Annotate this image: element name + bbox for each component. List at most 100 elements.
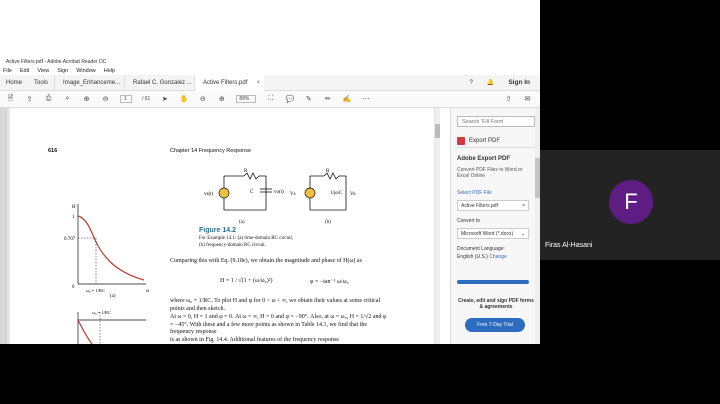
plot-0707-label: 0.707 [64, 237, 76, 242]
label-Vs: Vs [290, 192, 296, 197]
tools-search-input[interactable]: Search 'Fill Form' [457, 116, 535, 127]
acrobat-window: Active Filters.pdf - Adobe Acrobat Reade… [0, 0, 540, 344]
email-icon[interactable]: ✉ [523, 95, 532, 103]
fig-a-label: (a) [239, 220, 245, 225]
paragraph-body: where ω₀ = 1/RC. To plot H and φ for 0 <… [170, 298, 390, 344]
tools-pane: Search 'Fill Form' Export PDF Adobe Expo… [450, 108, 540, 344]
paragraph: is as shown in Fig. 14.4. Additional fea… [170, 336, 339, 343]
free-trial-button[interactable]: Free 7-Day Trial [465, 318, 525, 332]
print-icon[interactable]: ⎙ [44, 95, 53, 103]
doc-tab-label: Active Filters.pdf [203, 79, 248, 86]
menu-help[interactable]: Help [104, 68, 115, 74]
change-language-link[interactable]: Change [489, 254, 507, 260]
doc-language-label: Document Language: [457, 246, 505, 252]
menu-window[interactable]: Window [76, 68, 96, 74]
doc-tab-label: Rafael C. Gonzalez ... [133, 79, 192, 86]
magnitude-plot: H 1 0.707 0 ω₀ = 1/RC ω [64, 204, 150, 294]
doc-tab-active[interactable]: Active Filters.pdf × [194, 74, 265, 91]
plot-H-label: H [72, 205, 76, 210]
doc-tab[interactable]: Image_Enhanceme... [54, 74, 124, 91]
comment-icon[interactable]: 💬 [285, 95, 294, 103]
create-description: Create, edit and sign PDF forms & agreem… [458, 298, 534, 310]
convert-to-select[interactable]: Microsoft Word (*.docx) ⌄ [457, 228, 529, 239]
doc-tab[interactable]: Rafael C. Gonzalez ... [124, 74, 194, 91]
caption-line: (b) frequency-domain RC circuit. [199, 242, 266, 248]
figure-caption: For Example 14.1: (a) time-domain RC cir… [199, 236, 399, 249]
document-scrollbar[interactable] [435, 108, 440, 344]
zoom-out-icon[interactable]: ⊖ [198, 95, 207, 103]
export-pdf-icon [457, 136, 465, 145]
window-title: Active Filters.pdf - Adobe Acrobat Reade… [6, 59, 107, 65]
select-file-label[interactable]: Select PDF File [457, 190, 492, 196]
document-area: 616 Chapter 14 Frequency Response R C vs… [0, 108, 440, 344]
fit-page-icon[interactable]: ⛶ [266, 95, 275, 103]
next-page-icon[interactable]: ⊖ [101, 95, 110, 103]
convert-description: Convert PDF Files to Word or Excel Onlin… [457, 167, 523, 179]
phase-w0-label: ω₀ = 1/RC [92, 310, 111, 315]
hand-icon[interactable]: ✋ [179, 95, 188, 103]
select-cursor-icon[interactable]: ➤ [160, 95, 169, 103]
zoom-select[interactable]: 89% [236, 95, 257, 103]
doc-tab-label: Image_Enhanceme... [63, 79, 121, 86]
menu-edit[interactable]: Edit [20, 68, 29, 74]
label-R2: R [326, 169, 330, 174]
bell-icon[interactable]: 🔔 [487, 79, 494, 86]
tab-tools[interactable]: Tools [28, 80, 54, 86]
navigation-pane-strip[interactable] [0, 108, 7, 344]
upload-icon[interactable]: ⇪ [25, 95, 34, 103]
plot-w-label: ω [146, 289, 150, 294]
draw-icon[interactable]: ✏ [323, 95, 332, 103]
remove-file-icon[interactable]: × [522, 201, 525, 211]
toolbar: 🗎 ⇪ ⎙ ⌕ ⊕ ⊖ 1 / 61 ➤ ✋ ⊖ ⊕ 89% ⛶ 💬 ✎ ✏ ✍… [0, 91, 540, 108]
phase-plot: ω₀ = 1/RC [77, 310, 146, 344]
equation-H: H = 1 / √(1 + (ω/ω₀)²) [220, 278, 273, 284]
participant-name: Firas Al-Hasani [545, 242, 593, 249]
plot-fig-label: (a) [110, 294, 116, 299]
export-pdf-label: Export PDF [469, 137, 501, 144]
chapter-header: Chapter 14 Frequency Response [170, 148, 252, 154]
more-tools-icon[interactable]: ⋯ [361, 95, 370, 103]
figure-title: Figure 14.2 [199, 227, 236, 234]
plot-w0-label: ω₀ = 1/RC [86, 288, 105, 293]
help-icon[interactable]: ? [470, 80, 473, 86]
save-icon[interactable]: 🗎 [6, 94, 15, 105]
zoom-in-icon[interactable]: ⊕ [217, 95, 226, 103]
convert-value: Microsoft Word (*.docx) [461, 231, 514, 237]
page-number: 616 [48, 148, 58, 154]
language: English (U.S.) [457, 254, 488, 260]
equation-phi: φ = −tan⁻¹ ω/ω₀ [310, 279, 349, 285]
share-icon[interactable]: ⇧ [504, 95, 513, 103]
plot-0-label: 0 [72, 285, 75, 290]
circuit-b: R 1/jωC Vs Vo [290, 169, 356, 211]
label-C: C [250, 190, 254, 195]
paragraph: At ω = 0, H = 1 and φ = 0. At ω = ∞, H =… [170, 314, 387, 335]
page-number-input[interactable]: 1 [120, 95, 132, 103]
paragraph: where ω₀ = 1/RC. To plot H and φ for 0 <… [170, 298, 381, 312]
label-vs: vs(t) [204, 192, 214, 197]
highlight-icon[interactable]: ✎ [304, 95, 313, 103]
chevron-down-icon: ⌄ [520, 231, 525, 237]
label-vo: vo(t) [274, 190, 284, 195]
search-icon[interactable]: ⌕ [63, 95, 72, 103]
prev-page-icon[interactable]: ⊕ [82, 95, 91, 103]
convert-button-partial[interactable] [457, 280, 529, 284]
tab-home[interactable]: Home [0, 80, 28, 86]
pdf-page: 616 Chapter 14 Frequency Response R C vs… [10, 108, 434, 344]
fill-sign-icon[interactable]: ✍ [342, 95, 351, 103]
scroll-thumb[interactable] [435, 124, 440, 138]
circuit-a: R C vs(t) vo(t) [204, 169, 284, 211]
menu-sign[interactable]: Sign [57, 68, 68, 74]
participant-avatar: F [609, 180, 653, 224]
selected-file[interactable]: Active Filters.pdf × [457, 200, 529, 211]
export-pdf-header[interactable]: Export PDF [457, 134, 535, 148]
sign-in-button[interactable]: Sign In [508, 79, 530, 86]
menu-file[interactable]: File [3, 68, 12, 74]
paragraph: Comparing this with Eq. (9.18e), we obta… [170, 258, 362, 264]
close-tab-icon[interactable]: × [257, 75, 261, 91]
label-Vo: Vo [350, 192, 356, 197]
tab-bar: Home Tools Image_Enhanceme... Rafael C. … [0, 74, 540, 91]
fig-b-label: (b) [325, 220, 331, 225]
menu-view[interactable]: View [37, 68, 49, 74]
doc-language-value: English (U.S.) Change [457, 254, 507, 260]
page-total: / 61 [142, 96, 151, 102]
